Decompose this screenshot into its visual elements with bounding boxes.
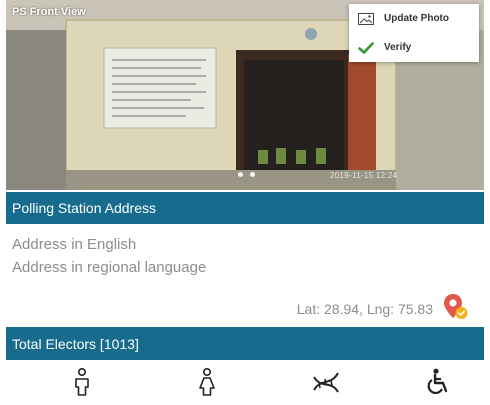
- electors-section-header: Total Electors [1013]: [6, 327, 484, 360]
- elector-categories: [6, 362, 484, 405]
- map-pin-icon[interactable]: [443, 293, 469, 321]
- image-icon: [357, 12, 375, 26]
- address-english: Address in English: [12, 236, 137, 253]
- photo-options-menu: Update Photo Verify: [349, 4, 479, 62]
- coordinates-text: Lat: 28.94, Lng: 75.83: [296, 301, 433, 317]
- address-section-title: Polling Station Address: [12, 200, 156, 216]
- address-regional: Address in regional language: [12, 259, 207, 276]
- verify-button[interactable]: Verify: [349, 33, 479, 62]
- third-gender-icon: [311, 366, 341, 398]
- address-section-header: Polling Station Address: [6, 192, 484, 224]
- male-icon: [67, 366, 97, 398]
- wheelchair-icon: [424, 366, 454, 398]
- carousel-dot[interactable]: [238, 172, 243, 177]
- verify-label: Verify: [384, 42, 412, 53]
- carousel-indicator[interactable]: [238, 172, 255, 177]
- female-icon: [192, 366, 222, 398]
- photo-timestamp: 2019-11-15 12:24: [330, 171, 398, 180]
- carousel-dot[interactable]: [250, 172, 255, 177]
- electors-section-title: Total Electors [1013]: [12, 335, 139, 352]
- update-photo-button[interactable]: Update Photo: [349, 4, 479, 33]
- checkmark-icon: [357, 41, 375, 55]
- update-photo-label: Update Photo: [384, 13, 449, 24]
- photo-title: PS Front View: [12, 6, 86, 18]
